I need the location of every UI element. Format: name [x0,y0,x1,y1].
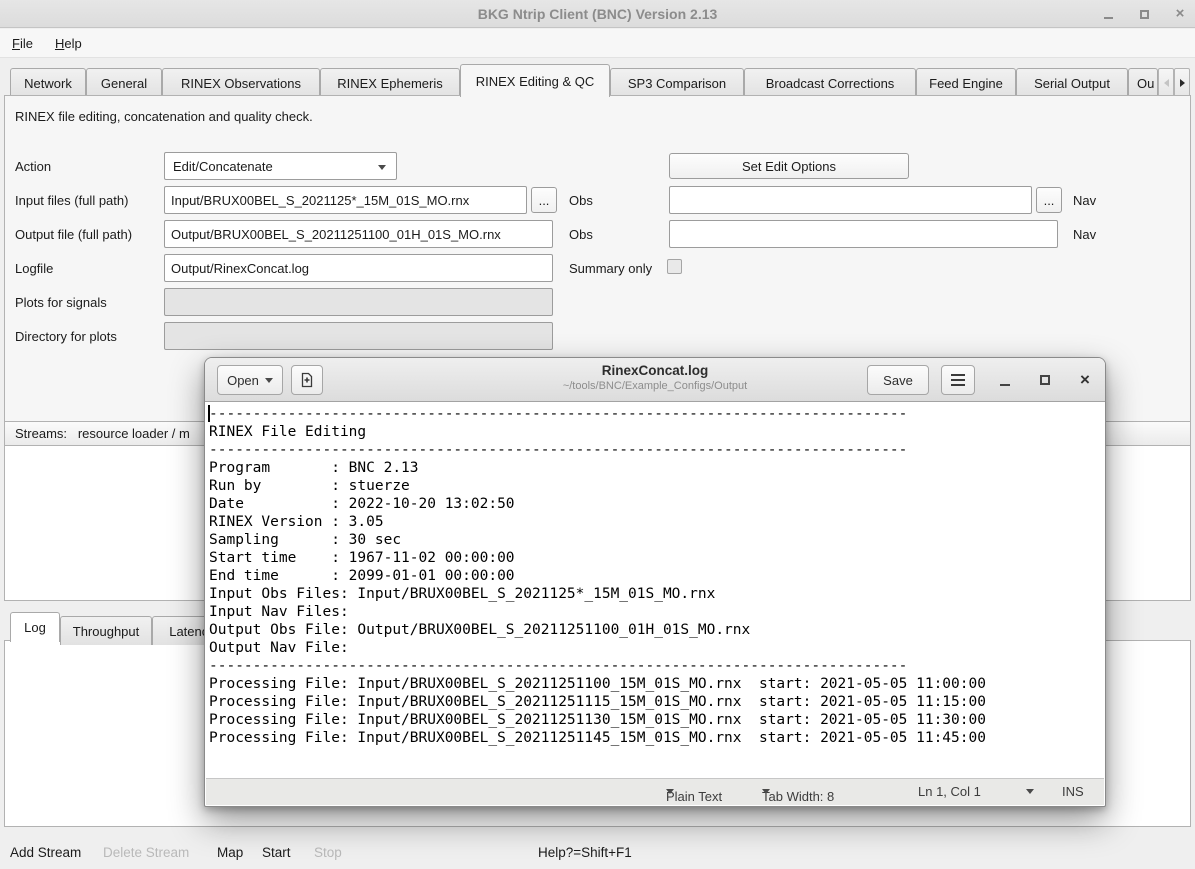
map-button[interactable]: Map [217,845,243,860]
new-document-icon [299,372,315,388]
action-dropdown[interactable]: Edit/Concatenate [164,152,397,180]
input-nav-browse-button[interactable]: ... [1036,187,1062,213]
tab-rinex-observations[interactable]: RINEX Observations [162,68,320,97]
main-tab-bar: Network General RINEX Observations RINEX… [0,62,1195,96]
editor-document-path: ~/tools/BNC/Example_Configs/Output [505,380,805,392]
cursor-position-label: Ln 1, Col 1 [918,784,981,799]
logfile-field[interactable]: Output/RinexConcat.log [164,254,553,282]
close-icon[interactable]: × [1173,7,1187,21]
delete-stream-button[interactable]: Delete Stream [103,845,189,860]
tab-serial-output[interactable]: Serial Output [1016,68,1128,97]
title-bar: BKG Ntrip Client (BNC) Version 2.13 × [0,0,1195,28]
action-label: Action [15,159,51,174]
editor-header-bar: Open RinexConcat.log ~/tools/BNC/Example… [205,358,1105,402]
input-files-field[interactable]: Input/BRUX00BEL_S_2021125*_15M_01S_MO.rn… [164,186,527,214]
logfile-label: Logfile [15,261,53,276]
new-document-button[interactable] [291,365,323,395]
tab-network[interactable]: Network [10,68,86,97]
summary-only-checkbox[interactable] [667,259,682,274]
minimize-icon[interactable] [1101,7,1115,21]
output-nav-label: Nav [1073,227,1096,242]
menu-bar: File Help [0,29,1195,58]
output-nav-file-field[interactable] [669,220,1058,248]
add-stream-button[interactable]: Add Stream [10,845,81,860]
chevron-down-icon [265,378,273,383]
hamburger-menu-button[interactable] [941,365,975,395]
directory-for-plots-label: Directory for plots [15,329,117,344]
window-title: BKG Ntrip Client (BNC) Version 2.13 [478,6,718,22]
input-files-browse-button[interactable]: ... [531,187,557,213]
action-value: Edit/Concatenate [173,159,273,174]
start-button[interactable]: Start [262,845,291,860]
editor-maximize-icon[interactable] [1031,366,1059,394]
plots-for-signals-label: Plots for signals [15,295,107,310]
editor-document-title: RinexConcat.log [505,363,805,378]
insert-mode-label: INS [1062,784,1084,799]
panel-description: RINEX file editing, concatenation and qu… [15,109,313,124]
tab-outages-truncated[interactable]: Ou [1128,68,1158,97]
directory-for-plots-field [164,322,553,350]
output-file-field[interactable]: Output/BRUX00BEL_S_20211251100_01H_01S_M… [164,220,553,248]
tab-sp3-comparison[interactable]: SP3 Comparison [610,68,744,97]
editor-minimize-icon[interactable] [991,366,1019,394]
tab-broadcast-corrections[interactable]: Broadcast Corrections [744,68,916,97]
editor-close-icon[interactable]: × [1071,366,1099,394]
input-obs-label: Obs [569,193,593,208]
tab-throughput[interactable]: Throughput [60,616,152,645]
text-editor-window: Open RinexConcat.log ~/tools/BNC/Example… [204,357,1106,807]
menu-file[interactable]: File [8,34,37,53]
open-button[interactable]: Open [217,365,283,395]
plots-for-signals-field [164,288,553,316]
stop-button[interactable]: Stop [314,845,342,860]
input-files-label: Input files (full path) [15,193,128,208]
tab-log[interactable]: Log [10,612,60,642]
menu-help[interactable]: Help [51,34,86,53]
set-edit-options-button[interactable]: Set Edit Options [669,153,909,179]
tab-general[interactable]: General [86,68,162,97]
editor-text-content[interactable]: ----------------------------------------… [206,403,1104,778]
help-shortcut-label: Help?=Shift+F1 [538,845,632,860]
chevron-down-icon [378,165,386,170]
output-file-label: Output file (full path) [15,227,132,242]
output-obs-label: Obs [569,227,593,242]
editor-status-bar: Plain Text Tab Width: 8 Ln 1, Col 1 INS [206,778,1104,805]
bnc-application-window: BKG Ntrip Client (BNC) Version 2.13 × Fi… [0,0,1195,869]
hamburger-icon [951,374,965,386]
input-nav-files-field[interactable] [669,186,1032,214]
input-nav-label: Nav [1073,193,1096,208]
tab-rinex-ephemeris[interactable]: RINEX Ephemeris [320,68,460,97]
maximize-icon[interactable] [1137,7,1151,21]
tab-scroll-right-icon[interactable] [1174,68,1190,97]
text-cursor [208,405,210,422]
tab-feed-engine[interactable]: Feed Engine [916,68,1016,97]
summary-only-label: Summary only [569,261,652,276]
tab-scroll-left-icon[interactable] [1158,68,1174,97]
tab-rinex-editing-qc[interactable]: RINEX Editing & QC [460,64,610,97]
save-button[interactable]: Save [867,365,929,395]
